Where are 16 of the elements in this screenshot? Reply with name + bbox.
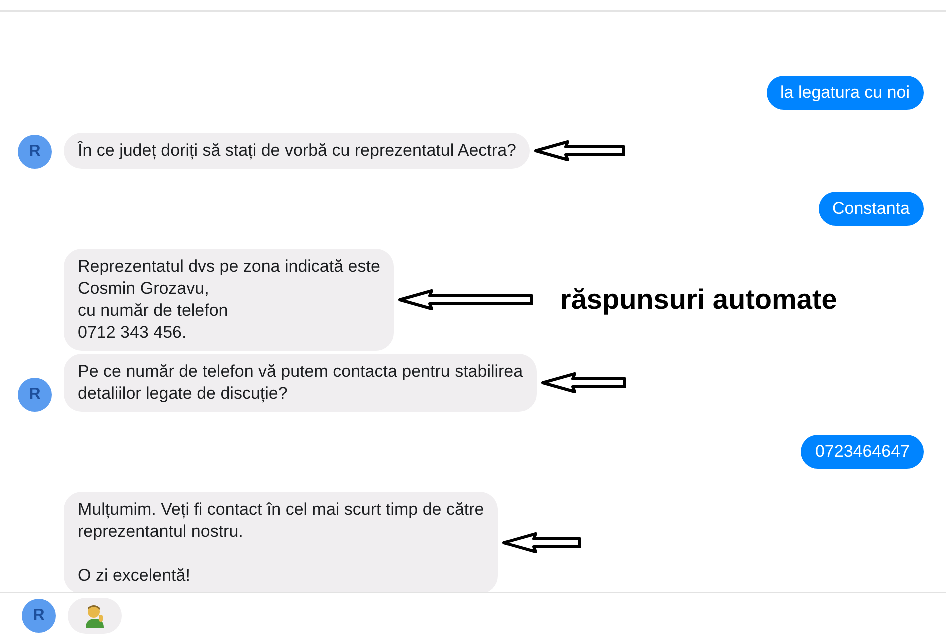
- message-bubble: Reprezentatul dvs pe zona indicată este Cosmin Grozavu, cu număr de telefon 0712 343 456.: [64, 249, 394, 351]
- avatar: R: [22, 598, 56, 632]
- message-bubble: Mulțumim. Veți fi contact în cel mai scurt timp de către reprezentantul nostru. O zi excelentă!: [64, 492, 498, 592]
- arrow-icon: [534, 140, 626, 162]
- avatar: R: [18, 135, 52, 169]
- message-bubble: 0723464647: [801, 435, 924, 469]
- person-icon: [84, 604, 106, 628]
- avatar: R: [18, 378, 52, 412]
- message-bubble: la legatura cu noi: [766, 76, 924, 110]
- arrow-icon: [541, 372, 628, 394]
- message-bubble: Constanta: [818, 192, 924, 226]
- arrow-icon: [398, 289, 534, 311]
- annotation-text: răspunsuri automate: [560, 284, 838, 316]
- message-bubble: Pe ce număr de telefon vă putem contacta pentru stabilirea detaliilor legate de discuție?: [64, 354, 538, 412]
- arrow-icon: [502, 532, 582, 554]
- message-bubble: În ce județ doriți să stați de vorbă cu reprezentatul Aectra?: [64, 133, 530, 169]
